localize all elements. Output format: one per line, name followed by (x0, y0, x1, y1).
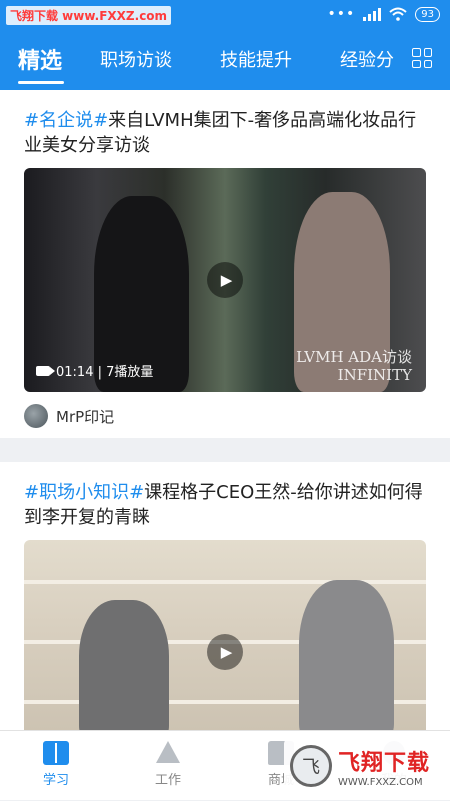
video-meta: 01:14 | 7播放量 (36, 361, 153, 380)
logo-url-text: WWW.FXXZ.COM (338, 776, 423, 788)
active-tab-indicator (18, 81, 64, 84)
logo-text: 飞翔下载 WWW.FXXZ.COM (338, 745, 430, 788)
download-site-logo: 飞 飞翔下载 WWW.FXXZ.COM (284, 738, 444, 794)
tab-workplace-interviews[interactable]: 职场访谈 (100, 46, 172, 72)
category-tabs: 精选 职场访谈 技能提升 经验分 (0, 40, 450, 84)
site-watermark: 飞翔下载 www.FXXZ.com (6, 6, 172, 25)
header: 飞翔下载 www.FXXZ.com ••• 93 精选 职场访谈 技能提升 经验… (0, 0, 450, 90)
battery-indicator: 93 (415, 6, 440, 22)
flask-icon-wrap (156, 741, 180, 765)
card-tag[interactable]: #名企说# (24, 110, 108, 131)
nav-work[interactable]: 工作 (112, 731, 224, 801)
card-title[interactable]: #名企说#来自LVMH集团下-奢侈品高端化妆品行业美女分享访谈 (24, 108, 426, 158)
card-title[interactable]: #职场小知识#课程格子CEO王然-给你讲述如何得到李开复的青睐 (24, 480, 426, 530)
category-grid-icon[interactable] (412, 48, 432, 68)
status-bar: 飞翔下载 www.FXXZ.com ••• 93 (0, 0, 450, 32)
tab-experience-share[interactable]: 经验分 (340, 46, 394, 72)
nav-learn[interactable]: 学习 (0, 731, 112, 801)
brand-line-2: INFINITY (337, 366, 412, 384)
book-icon (43, 741, 69, 765)
flask-icon (156, 741, 180, 763)
tab-featured[interactable]: 精选 (18, 43, 62, 75)
video-thumbnail[interactable]: ▶ 01:14 | 7播放量 LVMH ADA访谈 INFINITY (24, 168, 426, 392)
host-figure (79, 600, 169, 730)
video-brand-watermark: LVMH ADA访谈 INFINITY (296, 348, 412, 384)
wifi-icon (389, 7, 407, 21)
nav-label: 工作 (154, 773, 181, 788)
feed: #名企说#来自LVMH集团下-奢侈品高端化妆品行业美女分享访谈 ▶ 01:14 … (0, 90, 450, 730)
logo-main-text: 飞翔下载 (338, 750, 431, 776)
brand-line-1: LVMH ADA访谈 (296, 348, 412, 366)
logo-emblem-icon: 飞 (290, 745, 332, 787)
guest-figure (299, 580, 394, 730)
play-icon[interactable]: ▶ (207, 634, 243, 670)
bottom-nav: 学习 工作 商城 我的 飞 飞翔下载 WWW.FXXZ.COM (0, 730, 450, 800)
video-thumbnail[interactable]: ▶ (24, 540, 426, 730)
card-tag[interactable]: #职场小知识# (24, 482, 144, 503)
author-row[interactable]: MrP印记 (24, 404, 426, 428)
author-name[interactable]: MrP印记 (56, 406, 114, 427)
feed-card[interactable]: #职场小知识#课程格子CEO王然-给你讲述如何得到李开复的青睐 ▶ (0, 462, 450, 730)
avatar[interactable] (24, 404, 48, 428)
video-camera-icon (36, 365, 55, 376)
duration-views: 01:14 | 7播放量 (56, 365, 154, 380)
tab-skill-improvement[interactable]: 技能提升 (220, 46, 292, 72)
signal-icon (363, 7, 382, 21)
nav-label: 学习 (42, 773, 69, 788)
status-icons: ••• 93 (327, 6, 440, 22)
play-icon[interactable]: ▶ (207, 262, 243, 298)
more-dots-icon: ••• (327, 6, 356, 22)
feed-card[interactable]: #名企说#来自LVMH集团下-奢侈品高端化妆品行业美女分享访谈 ▶ 01:14 … (0, 90, 450, 438)
